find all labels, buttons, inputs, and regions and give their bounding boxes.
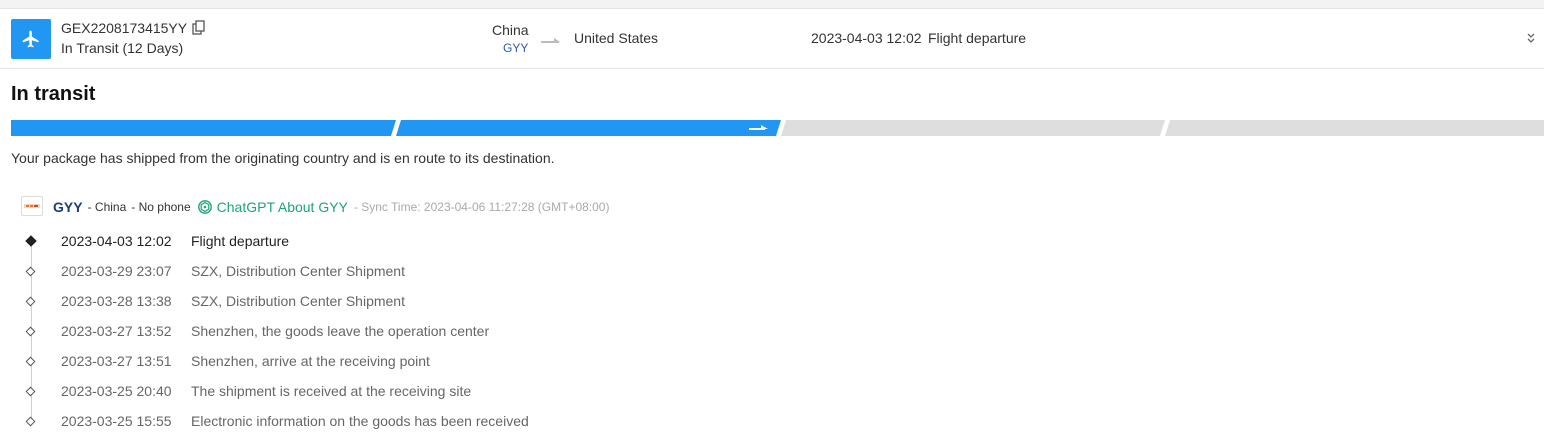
progress-bar [11, 120, 1544, 136]
timeline-event: 2023-03-28 13:38 SZX, Distribution Cente… [0, 293, 900, 313]
event-time: 2023-03-29 23:07 [61, 263, 172, 279]
chatgpt-icon [197, 200, 212, 214]
event-time: 2023-03-27 13:51 [61, 353, 172, 369]
event-time: 2023-03-28 13:38 [61, 293, 172, 309]
timeline-dot-icon [25, 326, 36, 337]
route-arrow-icon [540, 33, 562, 43]
top-strip [0, 0, 1544, 9]
carrier-name[interactable]: GYY [53, 199, 83, 215]
timeline-dot-icon [25, 266, 36, 277]
destination-country: United States [574, 30, 659, 46]
latest-event-time: 2023-04-03 12:02 [811, 30, 922, 46]
timeline-dot-icon [25, 235, 37, 247]
timeline-event: 2023-04-03 12:02 Flight departure [0, 233, 900, 253]
event-time: 2023-03-25 20:40 [61, 383, 172, 399]
latest-event-desc: Flight departure [928, 30, 1027, 46]
timeline-dot-icon [25, 386, 36, 397]
event-time: 2023-04-03 12:02 [61, 233, 172, 249]
progress-step-4 [1165, 120, 1544, 136]
event-description: The shipment is received at the receivin… [191, 383, 472, 399]
timeline-event: 2023-03-25 20:40 The shipment is receive… [0, 383, 900, 403]
collapse-chevron-icon[interactable] [1525, 31, 1537, 45]
event-description: Electronic information on the goods has … [191, 413, 529, 429]
event-description: Flight departure [191, 233, 290, 249]
progress-step-1 [11, 120, 396, 136]
timeline-event: 2023-03-25 15:55 Electronic information … [0, 413, 900, 433]
carrier-country: - China [87, 200, 127, 214]
carrier-info-row: GYY - China - No phone ChatGPT About GYY… [53, 198, 609, 216]
tracking-number: GEX2208173415YY [61, 20, 188, 36]
chatgpt-link-label: ChatGPT About GYY [216, 199, 348, 215]
status-description: Your package has shipped from the origin… [11, 150, 555, 166]
carrier-logo [21, 196, 43, 216]
origin-carrier-code[interactable]: GYY [503, 41, 528, 55]
timeline-event: 2023-03-27 13:51 Shenzhen, arrive at the… [0, 353, 900, 373]
shipment-header[interactable]: GEX2208173415YY In Transit (12 Days) Chi… [0, 9, 1544, 69]
timeline-dot-icon [25, 356, 36, 367]
timeline-event: 2023-03-27 13:52 Shenzhen, the goods lea… [0, 323, 900, 343]
event-description: Shenzhen, the goods leave the operation … [191, 323, 490, 339]
chatgpt-about-carrier-link[interactable]: ChatGPT About GYY [197, 199, 348, 215]
copy-icon[interactable] [192, 20, 206, 36]
event-time: 2023-03-27 13:52 [61, 323, 172, 339]
airplane-icon [11, 19, 51, 59]
event-description: SZX, Distribution Center Shipment [191, 293, 405, 309]
timeline-dot-icon [25, 416, 36, 427]
sync-time: - Sync Time: 2023-04-06 11:27:28 (GMT+08… [353, 200, 610, 214]
transit-status-line: In Transit (12 Days) [61, 40, 184, 56]
timeline-dot-icon [25, 296, 36, 307]
progress-step-2 [396, 120, 781, 136]
event-time: 2023-03-25 15:55 [61, 413, 172, 429]
carrier-phone: - No phone [131, 200, 191, 214]
event-description: SZX, Distribution Center Shipment [191, 263, 405, 279]
event-description: Shenzhen, arrive at the receiving point [191, 353, 430, 369]
timeline-event: 2023-03-29 23:07 SZX, Distribution Cente… [0, 263, 900, 283]
status-title: In transit [11, 83, 96, 105]
progress-step-3 [781, 120, 1165, 136]
origin-country: China [492, 22, 529, 38]
